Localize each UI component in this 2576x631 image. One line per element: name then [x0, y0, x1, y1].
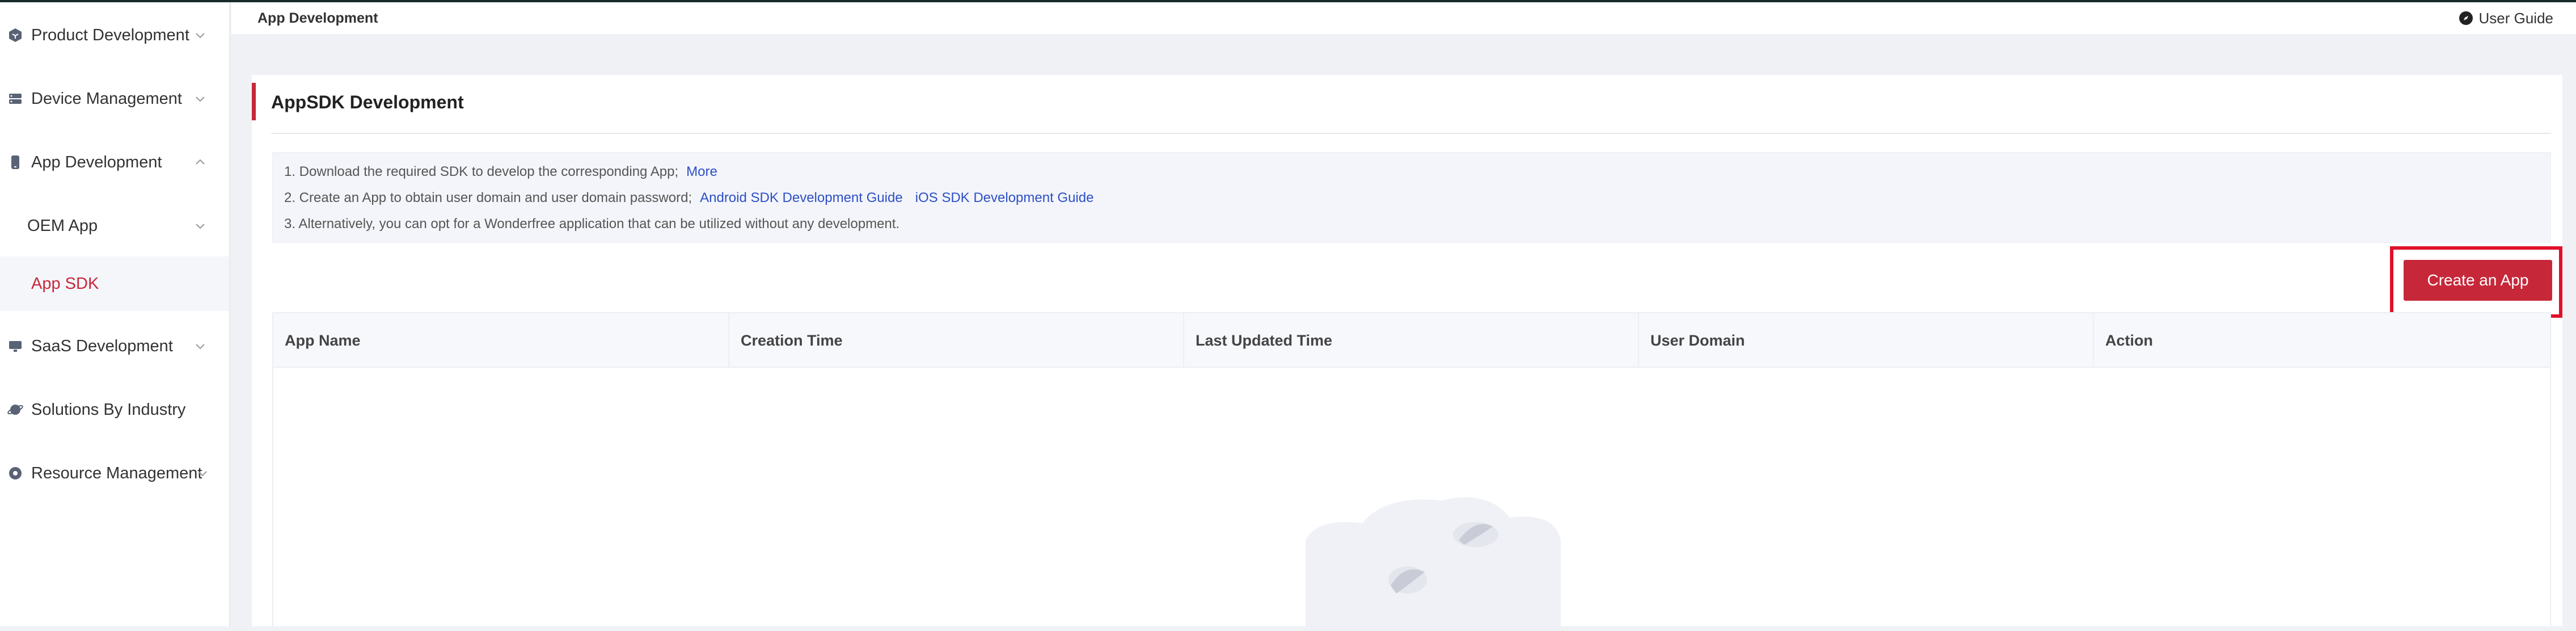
create-app-button[interactable]: Create an App [2404, 260, 2552, 301]
chevron-down-icon [196, 96, 205, 102]
monitor-icon [7, 338, 24, 355]
android-sdk-guide-link[interactable]: Android SDK Development Guide [700, 190, 903, 205]
ios-sdk-guide-link[interactable]: iOS SDK Development Guide [915, 190, 1094, 205]
chevron-down-icon [196, 344, 205, 350]
column-header-action: Action [2105, 331, 2153, 349]
chevron-down-icon [196, 33, 205, 39]
sidebar-item-oem-app[interactable]: OEM App [0, 203, 229, 249]
sidebar-item-resource-management[interactable]: Resource Management [0, 451, 229, 496]
column-header-user-domain: User Domain [1639, 313, 2094, 368]
notice-line-3: 3. Alternatively, you can opt for a Wond… [284, 216, 900, 232]
notice-line-2: 2. Create an App to obtain user domain a… [284, 190, 1093, 206]
column-header-app-name: App Name [273, 313, 729, 368]
main-card: AppSDK Development 1. Download the requi… [252, 75, 2562, 631]
notice-text: 1. Download the required SDK to develop … [284, 164, 679, 179]
chevron-up-icon [196, 159, 205, 165]
server-icon [7, 90, 24, 107]
sidebar-item-app-development[interactable]: App Development [0, 140, 229, 185]
more-link[interactable]: More [686, 164, 717, 179]
chevron-down-icon [196, 224, 205, 229]
compass-icon [2459, 11, 2473, 25]
apps-table: App Name Creation Time Last Updated Time… [272, 312, 2551, 631]
sidebar-item-label: App SDK [31, 274, 99, 293]
chevron-down-icon [198, 471, 207, 477]
notice-text: 3. Alternatively, you can opt for a Wond… [284, 216, 900, 232]
sidebar-item-label: Solutions By Industry [31, 400, 186, 419]
sidebar-item-label: Resource Management [31, 464, 202, 482]
column-header-last-updated-time: Last Updated Time [1184, 313, 1639, 368]
sidebar-item-label: App Development [31, 153, 162, 171]
breadcrumb: App Development [257, 10, 378, 26]
phone-icon [7, 154, 24, 171]
sidebar-item-app-sdk[interactable]: App SDK [0, 256, 229, 311]
gear-icon [7, 465, 24, 482]
empty-state-illustration [1306, 497, 1561, 631]
sidebar-item-label: Device Management [31, 89, 182, 108]
notice-text: 2. Create an App to obtain user domain a… [284, 190, 692, 205]
planet-icon [7, 401, 24, 418]
page-title: AppSDK Development [271, 92, 464, 112]
user-guide-label: User Guide [2478, 9, 2554, 27]
sidebar-item-solutions-by-industry[interactable]: Solutions By Industry [0, 387, 229, 432]
sidebar-item-saas-development[interactable]: SaaS Development [0, 323, 229, 369]
top-header: App Development User Guide [231, 2, 2576, 34]
user-guide-link[interactable]: User Guide [2459, 9, 2554, 27]
sidebar-item-product-development[interactable]: Product Development [0, 12, 229, 58]
table-header: App Name Creation Time Last Updated Time… [273, 313, 2550, 368]
sidebar-item-device-management[interactable]: Device Management [0, 76, 229, 121]
sidebar: Product Development Device Management Ap… [0, 2, 230, 626]
notice-box: 1. Download the required SDK to develop … [272, 152, 2551, 243]
title-accent-bar [252, 83, 256, 120]
title-divider [271, 133, 2551, 134]
notice-line-1: 1. Download the required SDK to develop … [284, 164, 717, 180]
sidebar-item-label: SaaS Development [31, 336, 173, 355]
column-header-creation-time: Creation Time [729, 313, 1184, 368]
sidebar-item-label: OEM App [27, 216, 98, 235]
cube-icon [7, 27, 24, 44]
sidebar-item-label: Product Development [31, 26, 189, 44]
